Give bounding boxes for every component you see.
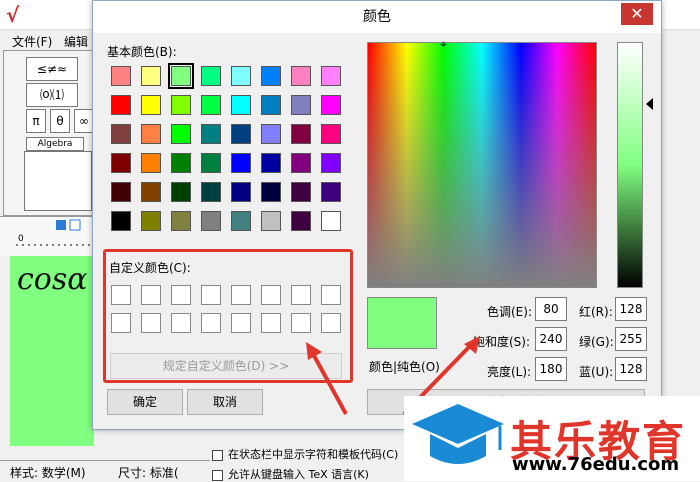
graduation-cap-icon xyxy=(412,404,504,464)
annotation-arrow-left xyxy=(310,351,348,415)
watermark-url: www.76edu.com xyxy=(512,454,680,475)
